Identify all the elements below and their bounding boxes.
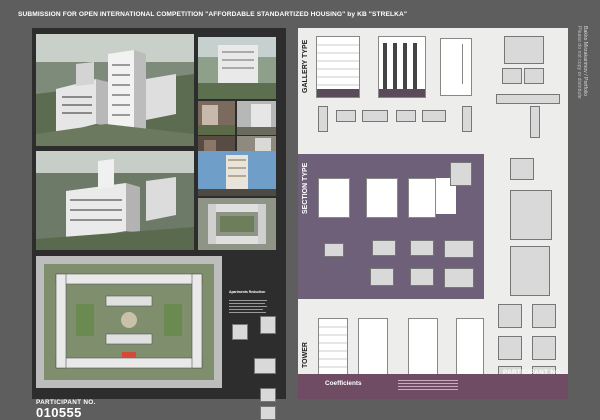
participant-left-number: 010555 — [36, 405, 82, 420]
tower-plan-f — [532, 304, 556, 328]
section-type-label: SECTION TYPE — [302, 162, 309, 214]
coefficients-band: Coefficients — [298, 374, 568, 399]
participant-left: PARTICIPANT NO. 010555 — [36, 399, 96, 420]
tower-plan-d — [510, 246, 550, 296]
gallery-elevation-1 — [316, 36, 360, 98]
section-plan-1 — [324, 243, 344, 257]
section-plan-5 — [370, 268, 394, 286]
tower-plan-g — [498, 336, 522, 360]
coefficients-label: Coefficients — [325, 380, 362, 387]
coefficients-table — [398, 378, 458, 394]
tower-plan-e — [498, 304, 522, 328]
gallery-plan-corner — [530, 106, 540, 138]
gallery-area-table — [462, 44, 483, 84]
section-plan-4 — [444, 240, 474, 258]
tower-plan-b — [510, 158, 534, 180]
gallery-elevation-2 — [378, 36, 426, 98]
apartments-heading: Apartments Reduction — [229, 290, 266, 294]
section-elevation-3 — [408, 178, 436, 218]
render-aerial-block — [36, 151, 194, 250]
render-courtyard-1 — [198, 101, 235, 135]
apartments-description — [229, 298, 269, 315]
unit-plan-d — [260, 388, 276, 402]
section-plan-3 — [410, 240, 434, 256]
unit-plan-b — [260, 316, 276, 334]
section-elevation-1 — [318, 178, 350, 218]
tower-plan-c — [510, 190, 552, 240]
tower-plan-h — [532, 336, 556, 360]
unit-plan-a — [232, 324, 248, 340]
sheet-title: SUBMISSION FOR OPEN INTERNATIONAL COMPET… — [18, 11, 408, 18]
section-elevation-2 — [366, 178, 398, 218]
right-board: GALLERY TYPE SECTION TYPE TOWER PARTICIP… — [298, 28, 568, 399]
credit-line-2: Please do not copy or distribute — [576, 26, 582, 99]
render-courtyard-aerial — [198, 198, 276, 250]
gallery-type-label: GALLERY TYPE — [302, 39, 309, 93]
gallery-plan-l-shape — [504, 36, 544, 64]
credit-line-1: Bakko Mirzakarimov / Portfolio — [582, 26, 588, 97]
gallery-plan-small — [502, 68, 522, 84]
gallery-unit-row — [318, 106, 480, 132]
section-plan-7 — [444, 268, 474, 288]
site-masterplan — [36, 256, 222, 388]
tower-label: TOWER — [302, 342, 309, 368]
section-plan-2 — [372, 240, 396, 256]
left-board: Apartments Reduction PARTICIPANT NO. 010… — [32, 28, 286, 420]
gallery-plan-floor — [496, 94, 560, 104]
render-street-view — [198, 37, 276, 99]
portfolio-credit: Bakko Mirzakarimov / Portfolio Please do… — [576, 26, 592, 138]
unit-plan-c — [254, 358, 276, 374]
gallery-plan-small-2 — [524, 68, 544, 84]
render-aerial-main — [36, 34, 194, 146]
section-plan-6 — [410, 268, 434, 286]
tower-plan-a — [450, 162, 472, 186]
render-tower-sky — [198, 151, 276, 196]
unit-plan-e — [260, 406, 276, 420]
render-courtyard-2 — [237, 101, 276, 135]
